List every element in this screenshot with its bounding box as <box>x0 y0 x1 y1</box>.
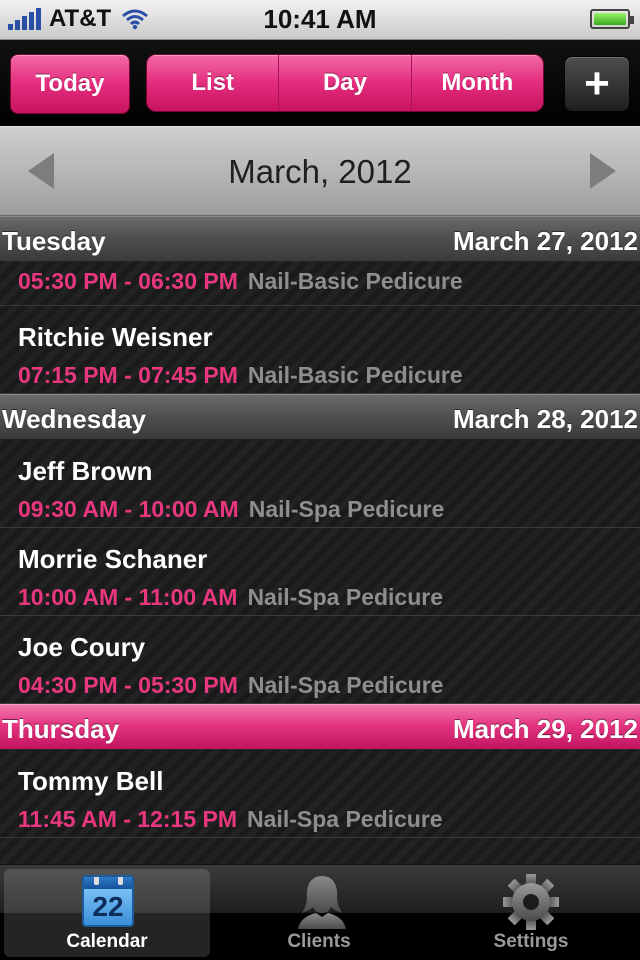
day-header: Tuesday March 27, 2012 <box>0 216 640 262</box>
appointment-client: Morrie Schaner <box>18 544 208 574</box>
month-navigation-bar: March, 2012 <box>0 126 640 216</box>
appointment-service: Nail-Spa Pedicure <box>247 806 443 832</box>
appointment-time: 07:15 PM - 07:45 PM <box>18 362 238 388</box>
appointment-time: 05:30 PM - 06:30 PM <box>18 268 238 294</box>
appointment-service: Nail-Spa Pedicure <box>248 496 445 522</box>
appointment-client: Tommy Bell <box>18 766 164 796</box>
next-month-arrow-icon[interactable] <box>590 153 616 189</box>
day-header-current: Thursday March 29, 2012 <box>0 704 640 750</box>
appointment-service: Nail-Spa Pedicure <box>247 672 444 698</box>
gear-icon <box>503 874 559 930</box>
appointment-service: Nail-Basic Pedicure <box>247 362 463 388</box>
view-list-button[interactable]: List <box>147 55 280 111</box>
appointment-row[interactable]: Morrie Schaner 10:00 AM - 11:00 AM Nail-S… <box>0 528 640 616</box>
view-segmented-control: List Day Month <box>146 54 544 112</box>
appointment-row[interactable]: Ritchie Weisner 07:15 PM - 07:45 PM Nail-… <box>0 306 640 394</box>
day-name: Thursday <box>2 714 120 744</box>
appointment-meta: 09:30 AM - 10:00 AM Nail-Spa Pedicure <box>18 496 444 523</box>
appointment-client: Joe Coury <box>18 632 146 662</box>
day-date: March 28, 2012 <box>452 404 638 434</box>
status-bar: AT&T 10:41 AM <box>0 0 640 40</box>
day-date: March 29, 2012 <box>452 714 638 744</box>
day-name: Wednesday <box>2 404 147 434</box>
today-button[interactable]: Today <box>10 54 130 114</box>
tab-label: Calendar <box>66 931 148 952</box>
battery-level <box>594 13 626 25</box>
appointment-service: Nail-Basic Pedicure <box>247 268 463 294</box>
appointment-time: 04:30 PM - 05:30 PM <box>18 672 238 698</box>
appointment-time: 11:45 AM - 12:15 PM <box>18 806 238 832</box>
tab-label: Settings <box>493 931 569 952</box>
month-title: March, 2012 <box>228 153 412 190</box>
appointment-list[interactable]: Tuesday March 27, 2012 05:30 PM - 06:30 … <box>0 216 640 864</box>
day-date: March 27, 2012 <box>452 226 638 256</box>
appointment-meta: 04:30 PM - 05:30 PM Nail-Spa Pedicure <box>18 672 443 699</box>
view-day-button[interactable]: Day <box>279 55 412 111</box>
appointment-row[interactable]: Jeff Brown 09:30 AM - 10:00 AM Nail-Spa P… <box>0 440 640 528</box>
tab-clients[interactable]: Clients <box>216 869 422 957</box>
appointment-row[interactable]: 05:30 PM - 06:30 PM Nail-Basic Pedicure <box>0 262 640 306</box>
appointment-time: 09:30 AM - 10:00 AM <box>18 496 239 522</box>
plus-icon: + <box>584 59 610 108</box>
appointment-meta: 10:00 AM - 11:00 AM Nail-Spa Pedicure <box>18 584 443 611</box>
battery-icon <box>590 9 634 29</box>
appointment-client: Ritchie Weisner <box>18 322 213 352</box>
appointment-row[interactable]: Joe Coury 04:30 PM - 05:30 PM Nail-Spa Pe… <box>0 616 640 704</box>
tab-settings[interactable]: Settings <box>428 869 634 957</box>
client-silhouette-icon <box>298 876 346 929</box>
appointment-meta: 11:45 AM - 12:15 PM Nail-Spa Pedicure <box>18 806 443 833</box>
appointment-meta: 05:30 PM - 06:30 PM Nail-Basic Pedicure <box>18 268 463 295</box>
appointment-client: Jeff Brown <box>18 456 153 486</box>
calendar-icon: 22 <box>82 875 134 927</box>
top-toolbar: Today List Day Month + <box>0 40 640 126</box>
status-time: 10:41 AM <box>263 4 377 34</box>
day-header: Wednesday March 28, 2012 <box>0 394 640 440</box>
tab-calendar[interactable]: 22 Calendar <box>4 869 210 957</box>
tab-bar: 22 Calendar Clients Settings <box>0 864 640 960</box>
calendar-icon-day: 22 <box>92 891 124 922</box>
view-month-button[interactable]: Month <box>411 55 543 111</box>
appointment-row[interactable]: Tommy Bell 11:45 AM - 12:15 PM Nail-Spa P… <box>0 750 640 838</box>
add-appointment-button[interactable]: + <box>564 56 630 112</box>
appointment-service: Nail-Spa Pedicure <box>247 584 444 610</box>
appointment-time: 10:00 AM - 11:00 AM <box>18 584 238 610</box>
appointment-meta: 07:15 PM - 07:45 PM Nail-Basic Pedicure <box>18 362 463 389</box>
day-name: Tuesday <box>2 226 106 256</box>
tab-label: Clients <box>287 931 351 952</box>
